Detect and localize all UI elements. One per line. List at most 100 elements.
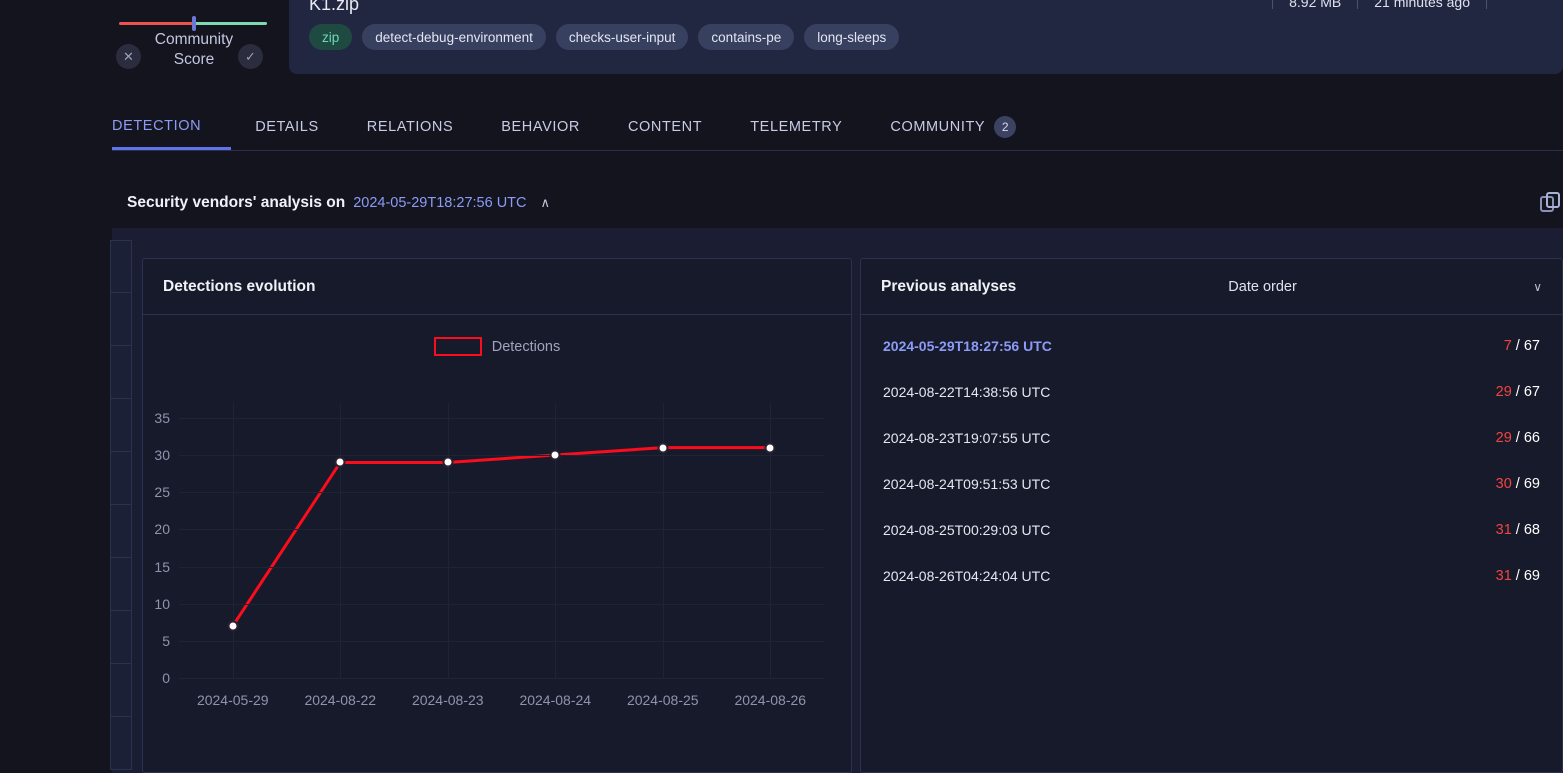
y-axis-tick: 15 xyxy=(154,558,170,575)
analysis-date: 2024-08-23T19:07:55 UTC xyxy=(883,430,1051,446)
analysis-detection-count: 31 xyxy=(1495,522,1512,538)
tab-telemetry-label: TELEMETRY xyxy=(750,119,843,135)
analysis-date: 2024-08-26T04:24:04 UTC xyxy=(883,568,1051,584)
chart-data-point[interactable] xyxy=(549,449,561,461)
gridline xyxy=(340,403,342,678)
x-axis-tick: 2024-08-26 xyxy=(734,692,807,708)
tag-detect-debug-environment[interactable]: detect-debug-environment xyxy=(362,24,546,50)
chart-legend: Detections xyxy=(143,337,851,356)
gridline xyxy=(179,492,824,494)
meta-divider xyxy=(1357,0,1359,9)
tab-detection[interactable]: DETECTION xyxy=(112,104,232,150)
thumbs-down-icon[interactable]: ✕ xyxy=(116,44,141,69)
virustotal-detection-page: ✕ ✓ Community Score K1.zip zip detect-de… xyxy=(0,0,1563,773)
tab-relations-label: RELATIONS xyxy=(366,119,454,135)
x-axis-tick: 2024-05-29 xyxy=(196,692,269,708)
x-axis-tick: 2024-08-24 xyxy=(519,692,592,708)
file-tags: zip detect-debug-environment checks-user… xyxy=(309,24,900,50)
analysis-row[interactable]: 2024-08-23T19:07:55 UTC 29 / 66 xyxy=(861,415,1562,461)
tab-behavior-label: BEHAVIOR xyxy=(501,119,580,135)
tag-zip[interactable]: zip xyxy=(309,24,353,50)
tag-contains-pe[interactable]: contains-pe xyxy=(698,24,795,50)
analysis-row[interactable]: 2024-08-25T00:29:03 UTC 31 / 68 xyxy=(861,507,1562,553)
chart-line-detections xyxy=(231,446,771,627)
analysis-date: 2024-05-29T18:27:56 UTC xyxy=(883,338,1052,354)
chevron-up-icon[interactable]: ∧ xyxy=(541,195,551,211)
gridline xyxy=(179,455,824,457)
analysis-row[interactable]: 2024-08-26T04:24:04 UTC 31 / 69 xyxy=(861,553,1562,599)
tab-details[interactable]: DETAILS xyxy=(231,104,343,150)
legend-swatch-detections xyxy=(433,337,482,356)
y-axis-tick: 10 xyxy=(154,595,170,612)
list-item[interactable] xyxy=(110,240,132,293)
tab-community-label: COMMUNITY xyxy=(890,119,986,135)
chevron-down-icon[interactable]: ∨ xyxy=(1533,280,1542,294)
tab-telemetry[interactable]: TELEMETRY xyxy=(726,104,866,150)
community-score-label: Community Score xyxy=(142,30,246,70)
detections-evolution-card: Detections evolution Detections 0 5 10 15 20… xyxy=(142,258,852,773)
list-item[interactable] xyxy=(110,346,132,399)
analysis-row[interactable]: 2024-08-24T09:51:53 UTC 30 / 69 xyxy=(861,461,1562,507)
gridline xyxy=(179,566,824,568)
tag-checks-user-input[interactable]: checks-user-input xyxy=(555,24,689,50)
tab-details-label: DETAILS xyxy=(255,119,319,135)
community-score-label-line1: Community xyxy=(154,31,234,48)
analysis-date: 2024-08-22T14:38:56 UTC xyxy=(883,384,1051,400)
tab-community[interactable]: COMMUNITY 2 xyxy=(866,104,1040,150)
community-score-label-line2: Score xyxy=(173,51,215,68)
chart-data-point[interactable] xyxy=(657,442,669,454)
list-item[interactable] xyxy=(110,505,132,558)
x-axis-tick: 2024-08-25 xyxy=(626,692,699,708)
x-axis-tick: 2024-08-22 xyxy=(304,692,377,708)
list-item[interactable] xyxy=(110,399,132,452)
list-item[interactable] xyxy=(110,664,132,717)
list-item[interactable] xyxy=(110,452,132,505)
section-analysis-date[interactable]: 2024-05-29T18:27:56 UTC xyxy=(353,195,526,211)
section-title: Security vendors' analysis on xyxy=(127,194,346,211)
security-vendors-analysis-header: Security vendors' analysis on 2024-05-29… xyxy=(112,178,1563,228)
tab-content-label: CONTENT xyxy=(627,119,703,135)
list-item[interactable] xyxy=(110,611,132,664)
list-item[interactable] xyxy=(110,717,132,770)
tab-bar-divider xyxy=(112,150,1563,151)
y-axis-tick: 0 xyxy=(162,670,170,686)
chart-data-point[interactable] xyxy=(334,456,346,468)
chart-plot-area: 0 5 10 15 20 25 30 35 2024-05-29 2024-08-22 2024-0… xyxy=(154,403,824,708)
tab-relations[interactable]: RELATIONS xyxy=(343,104,478,150)
analysis-row[interactable]: 2024-08-22T14:38:56 UTC 29 / 67 xyxy=(861,369,1562,415)
previous-analyses-list: 2024-05-29T18:27:56 UTC 7 / 67 2024-08-22T… xyxy=(861,315,1562,599)
date-order-label[interactable]: Date order xyxy=(1228,279,1297,295)
gridline xyxy=(179,678,824,679)
tag-long-sleeps[interactable]: long-sleeps xyxy=(804,24,900,50)
analysis-detection-ratio: 29 / 66 xyxy=(1495,430,1540,446)
chart-data-point[interactable] xyxy=(764,442,776,454)
chart-data-point[interactable] xyxy=(442,456,454,468)
analysis-detection-count: 7 xyxy=(1503,338,1512,354)
analysis-detection-ratio: 31 / 68 xyxy=(1495,522,1540,538)
gridline xyxy=(555,403,557,678)
file-name: K1.zip xyxy=(309,0,360,14)
tab-behavior[interactable]: BEHAVIOR xyxy=(477,104,604,150)
y-axis-tick: 30 xyxy=(154,447,170,464)
x-axis-tick: 2024-08-23 xyxy=(411,692,484,708)
analysis-detection-ratio: 30 / 69 xyxy=(1495,476,1540,492)
analysis-detection-count: 31 xyxy=(1495,568,1512,584)
tab-bar: DETECTION DETAILS RELATIONS BEHAVIOR CON… xyxy=(112,104,1563,152)
tab-content[interactable]: CONTENT xyxy=(604,104,726,150)
gridline xyxy=(179,640,824,642)
detections-evolution-title: Detections evolution xyxy=(163,277,316,295)
meta-divider xyxy=(1486,0,1487,9)
analysis-row[interactable]: 2024-05-29T18:27:56 UTC 7 / 67 xyxy=(861,323,1562,369)
list-item[interactable] xyxy=(110,558,132,611)
chart-data-point[interactable] xyxy=(227,620,239,632)
analysis-detection-ratio: 29 / 67 xyxy=(1495,384,1540,400)
list-item[interactable] xyxy=(110,293,132,346)
copy-icon[interactable] xyxy=(1537,190,1563,216)
gridline xyxy=(232,403,234,678)
previous-analyses-header: Previous analyses Date order ∨ xyxy=(861,259,1562,315)
top-bar: ✕ ✓ Community Score K1.zip zip detect-de… xyxy=(0,0,1563,88)
tab-detection-label: DETECTION xyxy=(112,117,202,134)
previous-analyses-title: Previous analyses xyxy=(881,277,1017,295)
analysis-date: 2024-08-25T00:29:03 UTC xyxy=(883,522,1051,538)
analysis-date: 2024-08-24T09:51:53 UTC xyxy=(883,476,1051,492)
